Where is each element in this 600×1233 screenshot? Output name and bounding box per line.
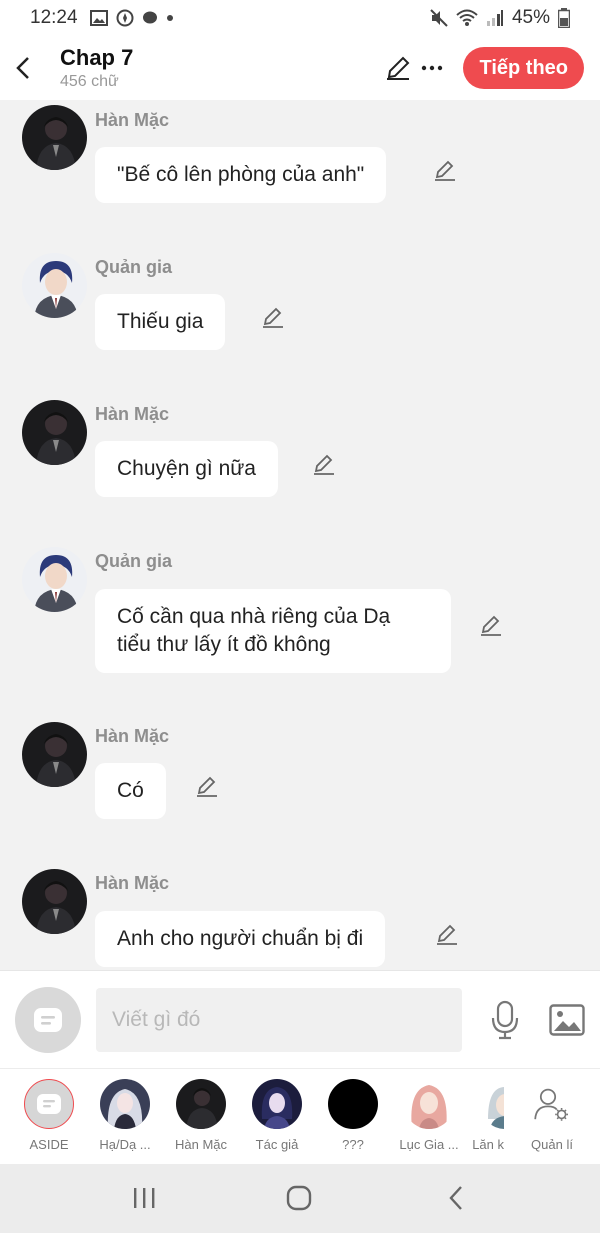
message-bubble[interactable]: Thiếu gia [95, 294, 226, 350]
aside-mode-button[interactable] [15, 987, 81, 1053]
notification-icons [89, 9, 174, 27]
composer-bar [0, 970, 600, 1068]
avatar-quan-gia[interactable] [22, 253, 87, 318]
mute-icon [430, 9, 448, 27]
message-bubble[interactable]: Chuyện gì nữa [95, 441, 278, 497]
compass-icon [116, 9, 134, 27]
message-input[interactable] [96, 988, 462, 1052]
user-settings-icon [534, 1088, 568, 1121]
character-lan[interactable]: Lăn k [470, 1079, 504, 1152]
character-label: Lăn k [472, 1137, 504, 1152]
header-actions: Tiếp theo [381, 47, 600, 89]
back-arrow-icon [449, 1186, 462, 1210]
insert-image-button[interactable] [548, 1001, 586, 1039]
pencil-icon [435, 160, 455, 181]
character-ha-da[interactable]: Hạ/Dạ ... [90, 1079, 160, 1152]
edit-chapter-button[interactable] [381, 48, 415, 88]
character-selector: ASIDE Hạ/Dạ ... Hàn Mặc Tác giả ??? Lục … [0, 1068, 600, 1164]
chat-bubble-icon [142, 11, 157, 24]
pencil-icon [437, 924, 457, 945]
recent-apps-button[interactable] [119, 1178, 169, 1218]
message-icon [37, 1094, 61, 1114]
pencil-icon [481, 615, 501, 636]
sender-name: Quản gia [95, 257, 173, 277]
back-nav-button[interactable] [431, 1178, 481, 1218]
avatar [404, 1079, 454, 1129]
avatar [527, 1079, 577, 1129]
back-button[interactable] [0, 36, 46, 100]
sender-name: Quản gia [95, 551, 173, 571]
avatar-quan-gia[interactable] [22, 547, 87, 612]
character-label: Lục Gia ... [399, 1137, 459, 1152]
signal-icon [486, 10, 503, 26]
character-han-mac[interactable]: Hàn Mặc [166, 1079, 236, 1152]
chevron-left-icon [16, 57, 29, 79]
chapter-header: Chap 7 456 chữ Tiếp theo [0, 36, 600, 100]
character-label: ASIDE [29, 1137, 69, 1152]
character-unknown[interactable]: ??? [318, 1079, 388, 1152]
avatar [100, 1079, 150, 1129]
avatar [176, 1079, 226, 1129]
character-label: Hàn Mặc [174, 1137, 228, 1152]
sender-name: Hàn Mặc [95, 726, 170, 746]
pencil-icon [387, 56, 410, 80]
image-icon [549, 1004, 585, 1036]
character-label: Tác giả [255, 1137, 299, 1152]
battery-percent: 45% [511, 7, 550, 28]
message-icon [34, 1008, 62, 1032]
word-count: 456 chữ [60, 73, 119, 90]
avatar-han-mac[interactable] [22, 400, 87, 465]
message-bubble[interactable]: Cố cần qua nhà riêng của Dạ tiểu thư lấy… [95, 589, 451, 673]
edit-message-button[interactable] [310, 450, 338, 478]
message-bubble[interactable]: Anh cho người chuẩn bị đi [95, 911, 386, 967]
wifi-icon [456, 9, 478, 26]
message-bubble[interactable]: Có [95, 763, 166, 819]
battery-icon [558, 8, 570, 28]
edit-message-button[interactable] [477, 611, 505, 639]
next-chapter-button[interactable]: Tiếp theo [463, 47, 584, 89]
avatar-han-mac[interactable] [22, 105, 87, 170]
gallery-icon [89, 10, 108, 26]
status-bar: 12:24 45% [0, 0, 600, 36]
character-aside[interactable]: ASIDE [14, 1079, 84, 1152]
avatar [328, 1079, 378, 1129]
edit-message-button[interactable] [431, 156, 459, 184]
avatar [480, 1079, 504, 1129]
system-nav-bar [0, 1164, 600, 1233]
character-luc-gia[interactable]: Lục Gia ... [394, 1079, 464, 1152]
more-dots-icon [422, 65, 443, 71]
sender-name: Hàn Mặc [95, 404, 170, 424]
home-icon [286, 1185, 312, 1211]
avatar-han-mac[interactable] [22, 869, 87, 934]
pencil-icon [263, 307, 283, 328]
edit-message-button[interactable] [433, 920, 461, 948]
edit-message-button[interactable] [259, 303, 287, 331]
system-icons: 45% [430, 7, 570, 29]
pencil-icon [314, 454, 334, 475]
pencil-icon [197, 776, 217, 797]
avatar [252, 1079, 302, 1129]
status-time: 12:24 [30, 7, 78, 28]
sender-name: Hàn Mặc [95, 110, 170, 130]
message-bubble[interactable]: "Bế cô lên phòng của anh" [95, 147, 387, 203]
more-options-button[interactable] [415, 48, 449, 88]
microphone-icon [491, 1000, 519, 1040]
manage-characters-button[interactable]: Quản lí [517, 1079, 587, 1152]
message-list[interactable]: Hàn Mặc "Bế cô lên phòng của anh" Quản g… [0, 100, 600, 970]
character-label: Quản lí [531, 1137, 573, 1152]
chapter-title: Chap 7 [60, 45, 134, 70]
voice-input-button[interactable] [486, 999, 524, 1041]
home-button[interactable] [274, 1178, 324, 1218]
avatar-han-mac[interactable] [22, 722, 87, 787]
character-tac-gia[interactable]: Tác giả [242, 1079, 312, 1152]
dot-icon [166, 15, 173, 21]
chapter-titles: Chap 7 456 chữ [60, 45, 133, 91]
recent-apps-icon [134, 1188, 155, 1208]
sender-name: Hàn Mặc [95, 873, 170, 893]
edit-message-button[interactable] [193, 772, 221, 800]
character-label: Hạ/Dạ ... [99, 1137, 151, 1152]
aside-avatar [24, 1079, 74, 1129]
character-label: ??? [342, 1137, 364, 1152]
